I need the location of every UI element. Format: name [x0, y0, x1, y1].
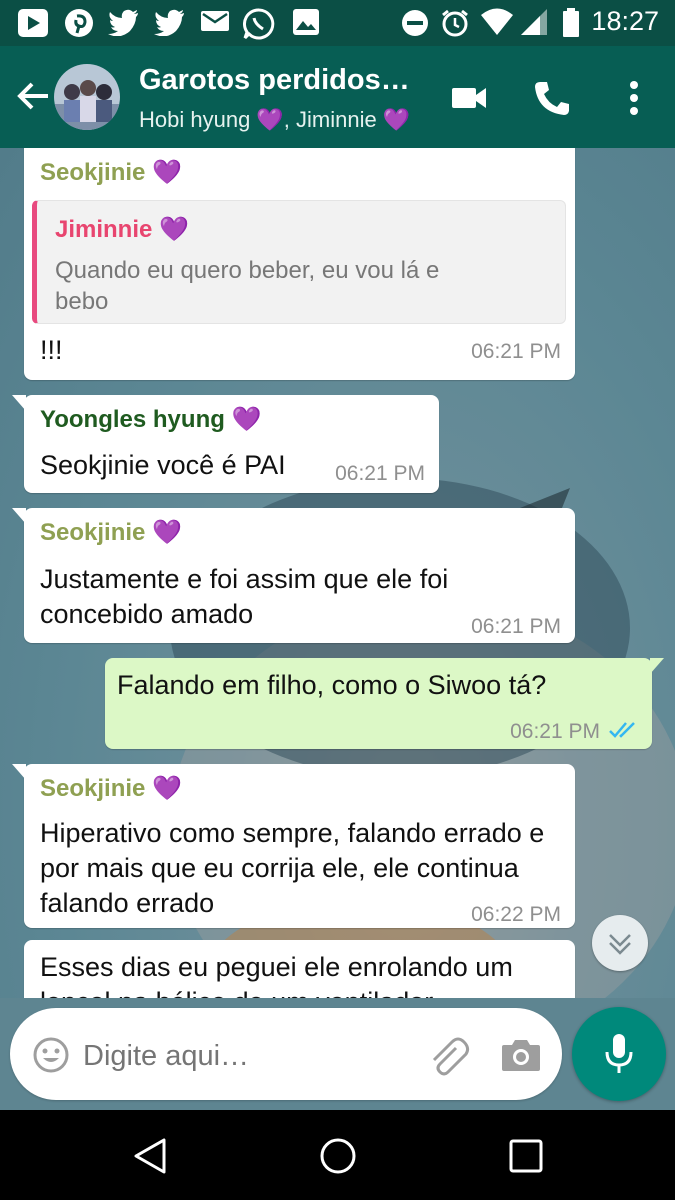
bubble-tail	[12, 764, 26, 780]
back-nav-icon[interactable]	[128, 1134, 172, 1178]
phone-icon[interactable]	[530, 76, 574, 120]
message-input[interactable]	[83, 1040, 403, 1073]
bubble-tail	[12, 508, 26, 524]
purple-heart-icon: 💜	[159, 216, 189, 243]
do-not-disturb-icon	[402, 10, 428, 36]
status-time: 18:27	[591, 6, 659, 36]
chat-title: Garotos perdidos…	[139, 64, 409, 96]
quoted-message[interactable]: Jiminnie 💜 Quando eu quero beber, eu vou…	[32, 200, 566, 324]
cell-signal-icon	[521, 9, 547, 35]
purple-heart-icon: 💜	[152, 775, 182, 802]
home-nav-icon[interactable]	[316, 1134, 360, 1178]
camera-icon[interactable]	[500, 1036, 542, 1074]
wifi-icon	[481, 8, 513, 35]
message-time: 06:21 PM	[471, 340, 561, 363]
back-arrow-icon[interactable]	[14, 76, 54, 116]
message-time: 06:21 PM	[510, 720, 600, 743]
purple-heart-icon: 💜	[152, 159, 182, 186]
purple-heart-icon: 💜	[231, 406, 262, 433]
bubble-tail	[650, 658, 664, 674]
message-sender: Seokjinie 💜	[40, 519, 182, 546]
chat-header: Garotos perdidos… Hobi hyung 💜, Jiminnie…	[0, 46, 675, 148]
message-sender: Yoongles hyung 💜	[40, 406, 262, 433]
video-call-icon[interactable]	[448, 76, 492, 120]
message-bubble[interactable]: Seokjinie 💜 Justamente e foi assim que e…	[12, 508, 575, 643]
twitter-icon	[154, 9, 184, 36]
message-bubble[interactable]: Yoongles hyung 💜 Seokjinie você é PAI 06…	[12, 395, 439, 493]
message-text: Falando em filho, como o Siwoo tá?	[117, 670, 547, 700]
twitter-icon	[108, 9, 138, 36]
image-icon	[293, 9, 319, 35]
outgoing-message-bubble[interactable]: Falando em filho, como o Siwoo tá? 06:21…	[105, 658, 664, 749]
voice-record-button[interactable]	[572, 1007, 666, 1101]
alarm-icon	[442, 9, 468, 37]
chat-area[interactable]: Seokjinie 💜 Jiminnie 💜 Quando eu quero b…	[0, 148, 675, 1110]
chevron-double-down-icon	[609, 934, 631, 955]
message-text: !!!	[40, 335, 63, 365]
double-check-icon	[609, 722, 635, 738]
mail-icon	[201, 11, 229, 31]
battery-icon	[563, 8, 579, 37]
whatsapp-icon	[243, 8, 275, 40]
attach-icon[interactable]	[426, 1034, 470, 1078]
mic-icon	[605, 1034, 633, 1073]
group-avatar[interactable]	[54, 64, 120, 130]
more-vert-icon[interactable]	[612, 76, 656, 120]
emoji-icon[interactable]	[32, 1036, 70, 1074]
play-store-icon	[18, 9, 48, 37]
navigation-bar	[0, 1110, 675, 1200]
quoted-text: Quando eu quero beber, eu vou lá e bebo	[55, 257, 440, 315]
message-text: Seokjinie você é PAI	[40, 450, 286, 480]
bubble-tail	[12, 395, 26, 411]
chat-participants: Hobi hyung 💜, Jiminnie 💜	[139, 107, 411, 132]
message-bubble[interactable]: Seokjinie 💜 Jiminnie 💜 Quando eu quero b…	[24, 148, 575, 380]
message-time: 06:22 PM	[471, 903, 561, 926]
message-time: 06:21 PM	[335, 462, 425, 485]
quoted-sender: Jiminnie 💜	[55, 216, 189, 243]
message-bubble[interactable]: Seokjinie 💜 Hiperativo como sempre, fala…	[12, 764, 575, 928]
message-time: 06:21 PM	[471, 615, 561, 638]
chat-title-area[interactable]: Garotos perdidos… Hobi hyung 💜, Jiminnie…	[139, 64, 411, 133]
recents-nav-icon[interactable]	[504, 1134, 548, 1178]
message-text: Justamente e foi assim que ele foi conce…	[40, 564, 449, 629]
pinterest-icon	[65, 9, 93, 37]
message-sender: Seokjinie 💜	[40, 775, 182, 802]
message-sender: Seokjinie 💜	[40, 159, 182, 186]
purple-heart-icon: 💜	[152, 519, 182, 546]
scroll-to-bottom-button[interactable]	[592, 915, 648, 971]
status-bar: 18:27	[0, 0, 675, 46]
